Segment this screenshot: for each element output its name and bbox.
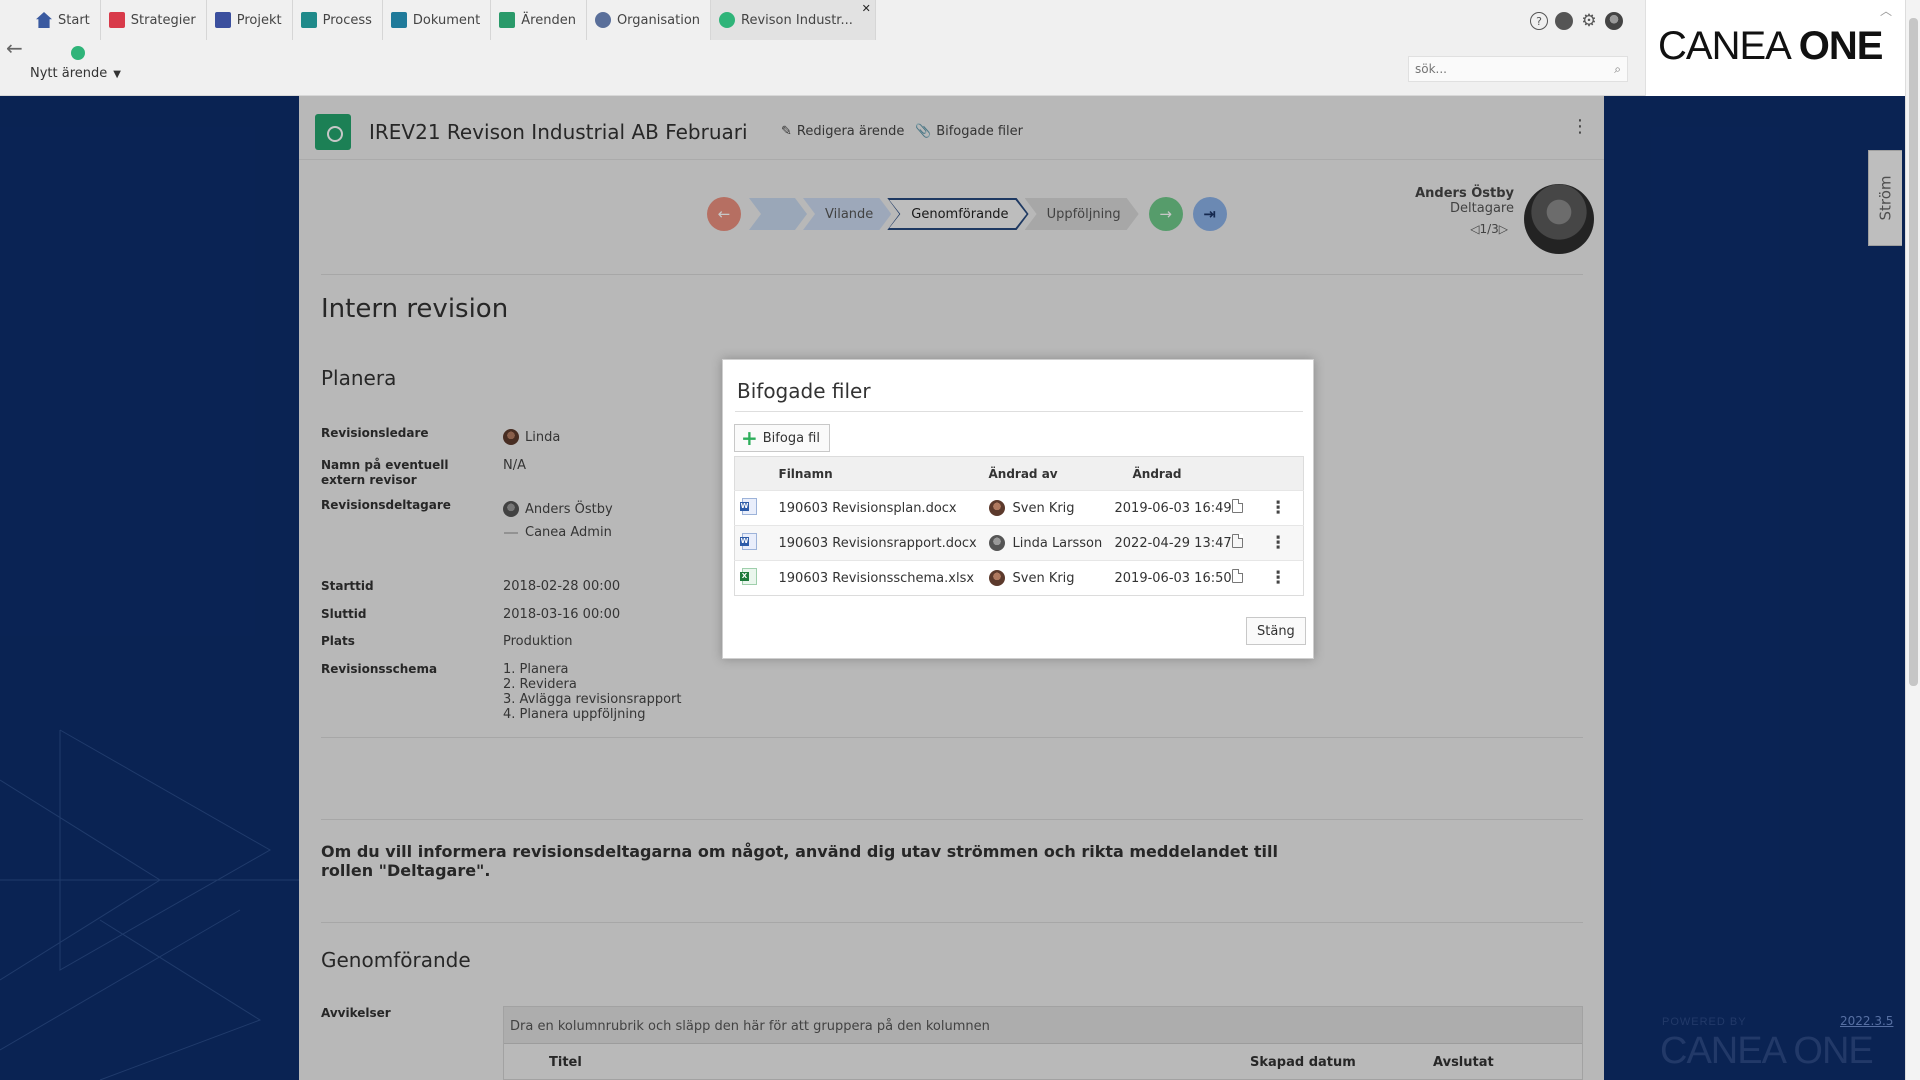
attach-file-button[interactable]: + Bifoga fil	[734, 424, 830, 452]
table-row[interactable]: X 190603 Revisionsschema.xlsx Sven Krig …	[734, 560, 1304, 596]
col-actions	[1269, 456, 1304, 491]
table-header-row: Filnamn Ändrad av Ändrad	[734, 456, 1304, 491]
col-changed-by[interactable]: Ändrad av	[988, 456, 1115, 491]
changed-date: 2019-06-03 16:50	[1114, 560, 1232, 596]
changed-by: Sven Krig	[1012, 570, 1075, 586]
tab-arenden[interactable]: Ärenden	[491, 0, 587, 40]
new-case-label: Nytt ärende	[30, 66, 108, 81]
document-icon	[390, 12, 407, 28]
attach-file-label: Bifoga fil	[762, 430, 820, 446]
process-icon	[300, 12, 317, 28]
case-icon	[499, 12, 516, 28]
tab-organisation[interactable]: Organisation	[587, 0, 712, 40]
more-menu-icon[interactable]: ⋮	[1270, 498, 1287, 518]
tab-label: Strategier	[130, 12, 196, 28]
search-input[interactable]	[1415, 62, 1615, 76]
page-scrollbar[interactable]	[1905, 0, 1920, 1080]
divider	[735, 411, 1303, 412]
changed-date: 2019-06-03 16:49	[1114, 490, 1232, 526]
file-name[interactable]: 190603 Revisionsrapport.docx	[778, 525, 989, 561]
avatar[interactable]	[1605, 12, 1623, 30]
col-icon	[734, 456, 779, 491]
word-file-icon: W	[740, 532, 757, 550]
tab-projekt[interactable]: Projekt	[207, 0, 293, 40]
dialog-title: Bifogade filer	[737, 379, 871, 403]
avatar	[988, 535, 1005, 551]
strategy-icon	[108, 12, 125, 28]
file-name[interactable]: 190603 Revisionsschema.xlsx	[778, 560, 989, 596]
top-bar: Start Strategier Projekt Process Dokumen…	[0, 0, 1905, 96]
module-tabs: Start Strategier Projekt Process Dokumen…	[28, 0, 876, 40]
logo-area: CANEA ONE	[1645, 0, 1905, 96]
tab-label: Start	[58, 12, 90, 28]
table-row[interactable]: W 190603 Revisionsplan.docx Sven Krig 20…	[734, 490, 1304, 526]
attachments-dialog: Bifogade filer + Bifoga fil Filnamn Ändr…	[722, 359, 1314, 659]
col-download	[1231, 456, 1270, 491]
more-menu-icon[interactable]: ⋮	[1270, 568, 1287, 588]
tab-dokument[interactable]: Dokument	[383, 0, 492, 40]
tab-label: Projekt	[236, 12, 282, 28]
project-icon	[214, 12, 231, 28]
tab-revison-industrial[interactable]: Revison Industr... ✕	[711, 0, 876, 40]
caret-down-icon: ▼	[113, 69, 121, 80]
close-dialog-button[interactable]: Stäng	[1246, 617, 1306, 645]
file-icon[interactable]	[1231, 569, 1243, 583]
tab-process[interactable]: Process	[293, 0, 383, 40]
tab-start[interactable]: Start	[28, 0, 101, 40]
avatar	[988, 570, 1005, 586]
tab-label: Dokument	[412, 12, 481, 28]
new-case-button[interactable]: Nytt ärende ▼	[30, 46, 140, 81]
excel-file-icon: X	[740, 567, 757, 585]
tab-label: Ärenden	[521, 12, 576, 28]
word-file-icon: W	[740, 497, 757, 515]
more-menu-icon[interactable]: ⋮	[1270, 533, 1287, 553]
changed-date: 2022-04-29 13:47	[1114, 525, 1232, 561]
tab-label: Organisation	[616, 12, 701, 28]
palette-icon[interactable]	[1555, 12, 1573, 30]
file-icon[interactable]	[1231, 499, 1243, 513]
avatar	[988, 500, 1005, 516]
case-icon	[71, 46, 85, 60]
changed-by: Sven Krig	[1012, 500, 1075, 516]
scrollbar-thumb[interactable]	[1909, 18, 1918, 686]
top-icons: ? ⚙	[1530, 11, 1623, 31]
table-row[interactable]: W 190603 Revisionsrapport.docx Linda Lar…	[734, 525, 1304, 561]
col-filename[interactable]: Filnamn	[778, 456, 989, 491]
back-arrow-icon[interactable]: ←	[6, 36, 23, 60]
home-icon	[36, 12, 52, 28]
attachments-table: Filnamn Ändrad av Ändrad W 190603 Revisi…	[734, 456, 1304, 596]
case-icon	[719, 12, 736, 28]
tab-strategier[interactable]: Strategier	[101, 0, 207, 40]
canea-one-logo: CANEA ONE	[1658, 24, 1883, 68]
chevron-up-icon[interactable]: ︿	[1880, 2, 1892, 19]
tab-label: Process	[322, 12, 372, 28]
changed-by: Linda Larsson	[1012, 535, 1103, 551]
col-changed[interactable]: Ändrad	[1114, 456, 1232, 491]
help-icon[interactable]: ?	[1530, 12, 1548, 30]
organisation-icon	[594, 12, 611, 28]
search-box: ⌕	[1408, 56, 1628, 82]
file-icon[interactable]	[1231, 534, 1243, 548]
plus-icon: +	[741, 426, 758, 450]
close-icon[interactable]: ✕	[862, 2, 871, 15]
tab-label: Revison Industr...	[741, 12, 853, 28]
gear-icon[interactable]: ⚙	[1580, 11, 1598, 31]
file-name[interactable]: 190603 Revisionsplan.docx	[778, 490, 989, 526]
search-icon[interactable]: ⌕	[1614, 62, 1621, 77]
